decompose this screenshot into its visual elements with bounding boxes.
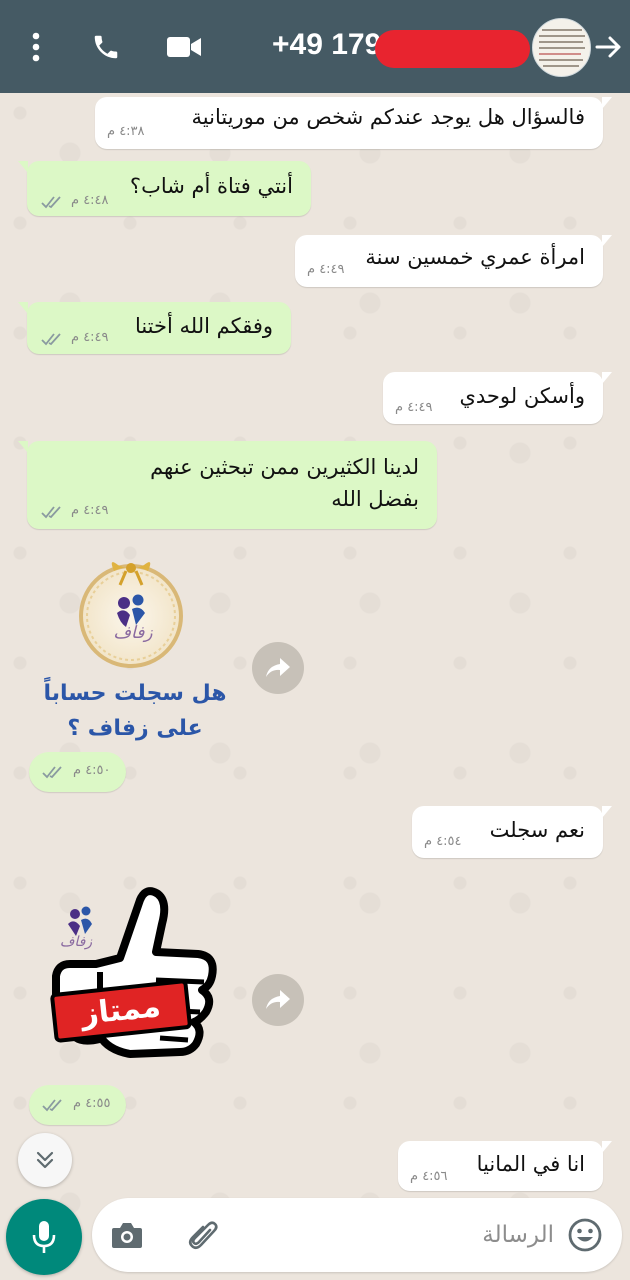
attach-paperclip-icon[interactable]: [182, 1214, 224, 1256]
message-text: انا في المانيا: [476, 1152, 585, 1176]
scroll-to-bottom-button[interactable]: [18, 1133, 72, 1187]
sticker-logo-text: زفاف: [59, 934, 93, 950]
message-time: ٤:٤٩ م: [71, 330, 109, 345]
message-text-line-1: لدينا الكثيرين ممن تبحثين عنهم: [150, 455, 419, 479]
message-time: ٤:٤٨ م: [71, 193, 109, 208]
forward-arrow-icon: [266, 990, 290, 1009]
sticker-time-pill: ٤:٥٥ م: [29, 1085, 126, 1125]
thumbs-up-icon: [52, 887, 217, 1058]
microphone-icon: [32, 1221, 56, 1253]
message-text: امرأة عمري خمسين سنة: [365, 245, 585, 269]
incoming-message[interactable]: امرأة عمري خمسين سنة ٤:٤٩ م: [295, 235, 612, 287]
incoming-message[interactable]: وأسكن لوحدي ٤:٤٩ م: [383, 372, 612, 424]
menu-dots-icon[interactable]: [14, 25, 58, 69]
message-text: وأسكن لوحدي: [459, 384, 585, 408]
zafaf-logo-icon: [79, 562, 183, 668]
read-ticks-icon: [42, 1099, 62, 1112]
phone-call-icon[interactable]: [84, 25, 128, 69]
sticker-caption: هل سجلت حساباً على زفاف ؟: [40, 676, 230, 746]
message-text: نعم سجلت: [489, 818, 585, 842]
incoming-message[interactable]: فالسؤال هل يوجد عندكم شخص من موريتانية ٤…: [95, 97, 612, 149]
emoji-icon[interactable]: [564, 1214, 606, 1256]
message-time: ٤:٥٤ م: [424, 834, 462, 849]
contact-phone-number[interactable]: +49 179: [272, 28, 387, 62]
sticker-caption-line-1: هل سجلت حساباً: [43, 681, 227, 706]
arrow-right-icon[interactable]: [590, 27, 628, 67]
message-text: أنتي فتاة أم شاب؟: [129, 174, 293, 198]
sticker-thumbs-up[interactable]: زفاف ممتاز: [48, 880, 218, 1070]
sticker-logo-text: زفاف: [113, 623, 153, 643]
voice-record-button[interactable]: [6, 1199, 82, 1275]
sticker-zafaf-logo[interactable]: زفاف: [70, 553, 192, 671]
outgoing-message[interactable]: وفقكم الله أختنا ٤:٤٩ م: [18, 302, 291, 354]
message-time: ٤:٥٠ م: [73, 763, 111, 778]
message-text: لدينا الكثيرين ممن تبحثين عنهم بفضل الله: [150, 451, 419, 515]
redaction-mark: [375, 30, 530, 68]
outgoing-message[interactable]: لدينا الكثيرين ممن تبحثين عنهم بفضل الله…: [18, 441, 437, 529]
incoming-message[interactable]: انا في المانيا ٤:٥٦ م: [398, 1141, 612, 1191]
message-composer: [92, 1198, 622, 1272]
read-ticks-icon: [41, 196, 61, 209]
message-time: ٤:٥٦ م: [410, 1169, 448, 1184]
message-time: ٤:٤٩ م: [395, 400, 433, 415]
outgoing-message[interactable]: أنتي فتاة أم شاب؟ ٤:٤٨ م: [18, 161, 311, 216]
camera-icon[interactable]: [106, 1214, 148, 1256]
sticker-caption-line-2: على زفاف ؟: [67, 716, 203, 741]
sticker-time-pill: ٤:٥٠ م: [29, 752, 126, 792]
message-time: ٤:٥٥ م: [73, 1096, 111, 1111]
forward-arrow-icon: [266, 658, 290, 677]
message-time: ٤:٤٩ م: [71, 503, 109, 518]
message-text: فالسؤال هل يوجد عندكم شخص من موريتانية: [191, 105, 585, 129]
message-text: وفقكم الله أختنا: [134, 314, 273, 338]
forward-button[interactable]: [252, 974, 304, 1026]
read-ticks-icon: [41, 506, 61, 519]
message-text-line-2: بفضل الله: [331, 487, 419, 511]
read-ticks-icon: [42, 766, 62, 779]
incoming-message[interactable]: نعم سجلت ٤:٥٤ م: [412, 806, 612, 858]
chat-header: +49 179: [0, 0, 630, 93]
video-call-icon[interactable]: [162, 25, 206, 69]
double-chevron-down-icon: [36, 1151, 54, 1169]
contact-avatar[interactable]: [532, 18, 591, 77]
forward-button[interactable]: [252, 642, 304, 694]
message-time: ٤:٤٩ م: [307, 262, 345, 277]
message-time: ٤:٣٨ م: [107, 124, 145, 139]
message-input[interactable]: [242, 1212, 556, 1258]
read-ticks-icon: [41, 333, 61, 346]
